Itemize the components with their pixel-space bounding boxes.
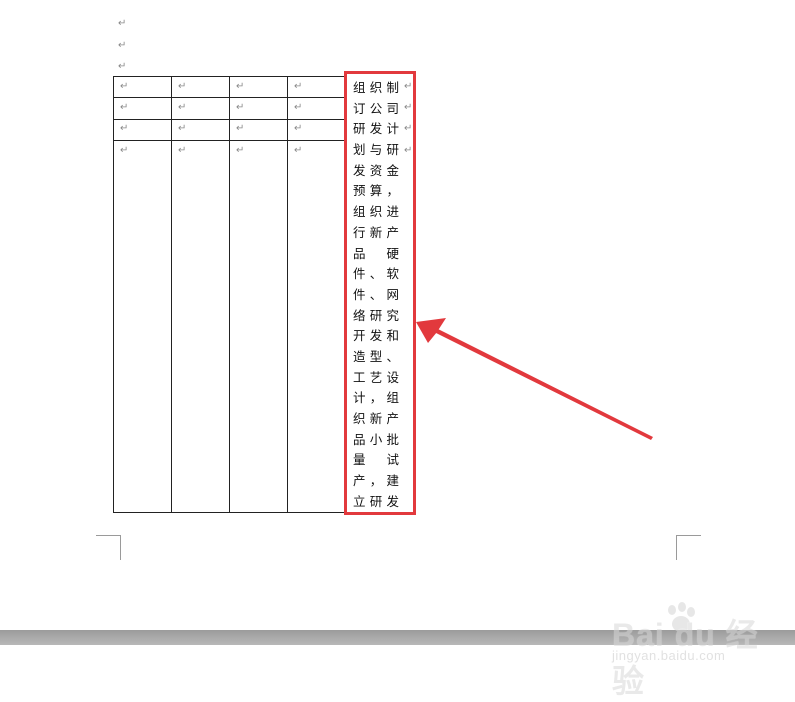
- arrow-head: [416, 318, 446, 343]
- document-page: ↵ ↵ ↵ ↵ ↵ ↵ ↵ ↵ ↵ ↵ ↵ ↵ ↵ ↵ ↵ ↵ ↵ ↵ ↵ 组织…: [0, 0, 795, 630]
- page-corner-mark: [676, 535, 701, 560]
- baidu-watermark: Bai du 经验 jingyan.baidu.com: [590, 600, 790, 699]
- page-corner-mark: [96, 535, 121, 560]
- arrow-shaft: [432, 327, 653, 440]
- arrow-annotation: [416, 318, 653, 440]
- watermark-url: jingyan.baidu.com: [612, 648, 726, 663]
